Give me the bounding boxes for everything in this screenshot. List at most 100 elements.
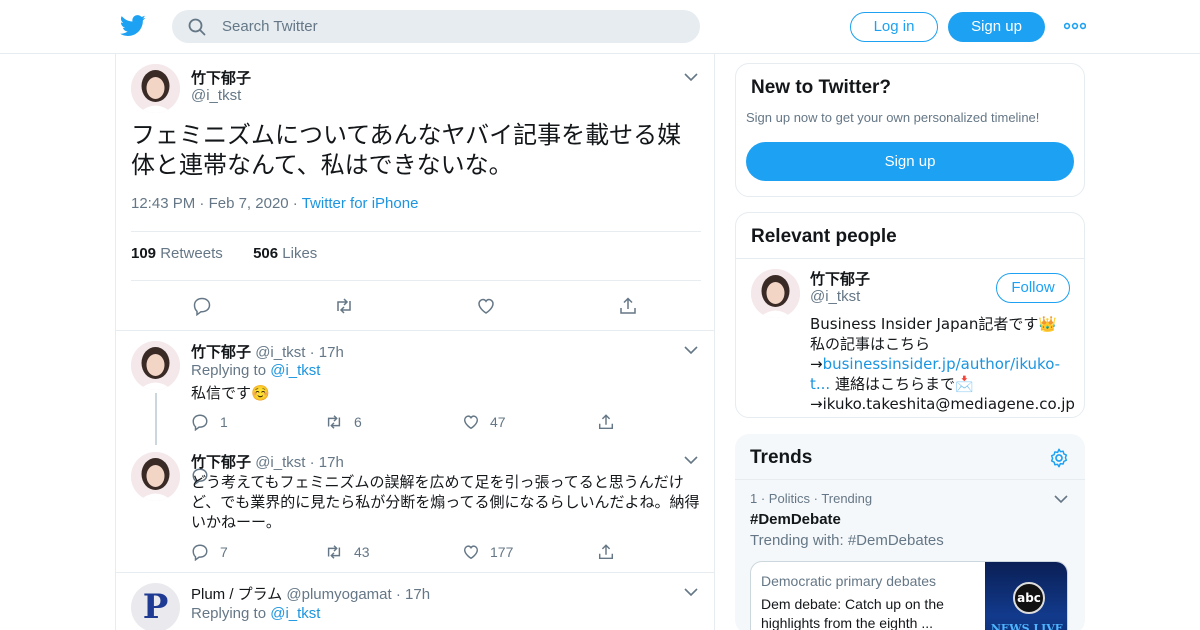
reply-age[interactable]: 17h	[405, 586, 430, 603]
chevron-down-icon[interactable]	[684, 455, 698, 465]
retweet-count: 109	[131, 245, 157, 262]
person-row[interactable]: 竹下郁子 @i_tkst Follow Business Insider Jap…	[736, 259, 1084, 417]
divider	[131, 280, 701, 281]
reply-count: 1	[220, 414, 228, 430]
reply-author-name-text: 竹下郁子	[191, 454, 252, 471]
trends-card: Trends 1 · Politics · Trending #DemDebat…	[735, 434, 1085, 630]
replying-to-link[interactable]: @i_tkst	[270, 362, 320, 379]
reply-text: 私信です☺️	[191, 384, 270, 402]
reply-author-handle[interactable]: @plumyogamat	[286, 586, 391, 603]
like-stat[interactable]: 506 Likes	[253, 245, 317, 262]
trend-name[interactable]: #DemDebate	[750, 511, 841, 528]
meta-separator: ·	[199, 195, 209, 212]
tweet-date: Feb 7, 2020	[208, 195, 289, 212]
retweet-icon[interactable]	[325, 413, 343, 431]
reply-author-name-text: Plum / プラム	[191, 586, 283, 603]
avatar[interactable]	[131, 341, 180, 390]
news-thumbnail: abc NEWS LIVE	[985, 562, 1067, 630]
reply-author-handle[interactable]: @i_tkst	[255, 344, 305, 361]
trend-context: 1 · Politics · Trending	[750, 491, 872, 506]
trend-related: Trending with: #DemDebates	[750, 532, 944, 549]
avatar[interactable]	[131, 452, 180, 501]
reply-text: どう考えてもフェミニズムの誤解を広めて足を引っ張ってると思うんだけど、でも業界的…	[191, 473, 700, 531]
author-name[interactable]: 竹下郁子	[191, 67, 251, 88]
bio-text: 連絡はこちらまで📩	[830, 375, 974, 393]
tweet-source[interactable]: Twitter for iPhone	[302, 195, 419, 212]
avatar-letter: P	[142, 587, 169, 627]
person-name[interactable]: 竹下郁子	[810, 268, 870, 289]
retweet-icon[interactable]	[325, 543, 343, 561]
card-subtitle: Sign up now to get your own personalized…	[746, 110, 1040, 125]
new-to-twitter-card: New to Twitter? Sign up now to get your …	[735, 63, 1085, 197]
more-icon[interactable]	[1064, 18, 1086, 34]
reply-icon[interactable]	[192, 296, 212, 316]
meta-separator: ·	[305, 454, 319, 471]
reply-tweet[interactable]: P Plum / プラム @plumyogamat · 17h Replying…	[116, 573, 714, 630]
like-icon[interactable]	[462, 543, 480, 561]
tweet-meta: 12:43 PM · Feb 7, 2020 · Twitter for iPh…	[131, 195, 418, 212]
replying-prefix: Replying to	[191, 362, 267, 379]
retweet-count: 6	[354, 414, 362, 430]
author-handle[interactable]: @i_tkst	[191, 87, 241, 104]
trend-item[interactable]: 1 · Politics · Trending #DemDebate Trend…	[735, 480, 1085, 630]
retweet-count: 43	[354, 544, 370, 560]
reply-author-handle[interactable]: @i_tkst	[255, 454, 305, 471]
replying-to-link[interactable]: @i_tkst	[270, 605, 320, 622]
tweet-stats: 109 Retweets 506 Likes	[131, 245, 317, 262]
chevron-down-icon[interactable]	[1054, 494, 1068, 504]
chevron-down-icon[interactable]	[684, 72, 698, 82]
abc-logo: abc	[1013, 582, 1045, 614]
reply-author-name[interactable]: Plum / プラム @plumyogamat · 17h	[191, 583, 430, 604]
person-handle[interactable]: @i_tkst	[810, 288, 860, 305]
news-card-text: Dem debate: Catch up on the highlights f…	[761, 596, 944, 630]
reply-age[interactable]: 17h	[319, 454, 344, 471]
chevron-down-icon[interactable]	[684, 587, 698, 597]
replying-prefix: Replying to	[191, 605, 267, 622]
like-icon[interactable]	[462, 413, 480, 431]
avatar[interactable]	[131, 64, 180, 113]
chevron-down-icon[interactable]	[684, 345, 698, 355]
search-bar[interactable]	[172, 10, 700, 43]
gear-icon[interactable]	[1048, 447, 1070, 469]
reply-author-name[interactable]: 竹下郁子 @i_tkst · 17h	[191, 341, 344, 362]
reply-icon[interactable]	[191, 543, 209, 561]
main-column: 竹下郁子 @i_tkst フェミニズムについてあんなヤバイ記事を載せる媒体と連帯…	[115, 54, 715, 630]
tweet-time[interactable]: 12:43 PM	[131, 195, 195, 212]
avatar[interactable]: P	[131, 583, 180, 630]
tweet-text: フェミニズムについてあんなヤバイ記事を載せる媒体と連帯なんて、私はできないな。	[131, 121, 682, 179]
news-card-title: Democratic primary debates	[761, 573, 937, 589]
like-count: 47	[490, 414, 506, 430]
login-button[interactable]: Log in	[850, 12, 938, 42]
bio-arrow: →	[810, 355, 823, 373]
reply-age[interactable]: 17h	[319, 344, 344, 361]
reply-icon[interactable]	[191, 413, 209, 431]
retweet-icon[interactable]	[334, 296, 354, 316]
card-title: Trends	[750, 447, 813, 468]
card-title: New to Twitter?	[751, 77, 892, 98]
reply-tweet[interactable]: 竹下郁子 @i_tkst · 17h Replying to @i_tkst 私…	[116, 331, 714, 485]
share-icon[interactable]	[618, 296, 638, 316]
signup-button[interactable]: Sign up	[746, 142, 1074, 181]
like-icon[interactable]	[476, 296, 496, 316]
relevant-people-card: Relevant people 竹下郁子 @i_tkst Follow Busi…	[735, 212, 1085, 418]
like-count: 506	[253, 245, 279, 262]
trend-status: Trending	[821, 491, 873, 506]
avatar-image	[131, 64, 180, 113]
share-icon[interactable]	[597, 413, 615, 431]
share-icon[interactable]	[597, 543, 615, 561]
reply-author-name-text: 竹下郁子	[191, 344, 252, 361]
like-label: Likes	[282, 245, 318, 262]
follow-button[interactable]: Follow	[996, 273, 1070, 303]
like-count: 177	[490, 544, 514, 560]
twitter-logo-icon[interactable]	[120, 14, 146, 38]
divider	[131, 231, 701, 232]
trend-news-card[interactable]: Democratic primary debates Dem debate: C…	[750, 561, 1068, 630]
search-input[interactable]	[222, 10, 682, 43]
reply-author-name[interactable]: 竹下郁子 @i_tkst · 17h	[191, 451, 344, 472]
meta-separator: ·	[391, 586, 406, 603]
avatar[interactable]	[751, 269, 800, 318]
signup-button[interactable]: Sign up	[948, 12, 1045, 42]
retweet-stat[interactable]: 109 Retweets	[131, 245, 223, 262]
avatar-image	[131, 341, 180, 390]
top-bar: Log in Sign up	[0, 0, 1200, 54]
